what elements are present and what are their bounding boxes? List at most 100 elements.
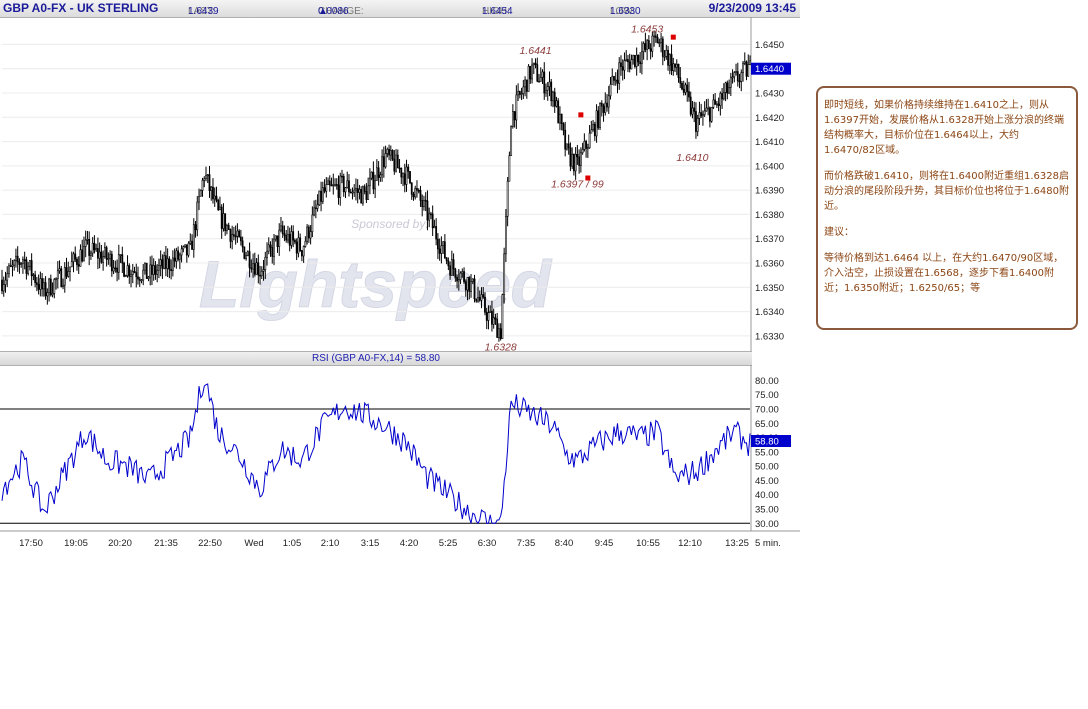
candle-body bbox=[198, 195, 200, 203]
candle-body bbox=[349, 191, 352, 194]
rsi-tick-label: 35.00 bbox=[755, 505, 779, 516]
rsi-series-line bbox=[1, 383, 751, 525]
candle-body bbox=[135, 272, 138, 278]
candle-body bbox=[297, 237, 300, 254]
note-paragraph-3: 建议： bbox=[824, 227, 854, 238]
price-tick-label: 1.6400 bbox=[755, 161, 784, 172]
candle-body bbox=[393, 158, 396, 172]
candle-body bbox=[158, 265, 160, 271]
candle-body bbox=[743, 61, 746, 64]
x-tick-label: 7:35 bbox=[517, 538, 536, 549]
candle-body bbox=[708, 107, 711, 122]
candle-body bbox=[86, 239, 89, 241]
candle-body bbox=[163, 255, 166, 269]
candle-body bbox=[445, 257, 448, 262]
candle-body bbox=[410, 182, 413, 195]
candle-body bbox=[365, 191, 368, 200]
watermark-sponsored: Sponsored by: bbox=[351, 217, 428, 231]
candle-body bbox=[534, 62, 537, 65]
candle-body bbox=[358, 189, 361, 193]
candle-body bbox=[677, 63, 680, 78]
candle-body bbox=[250, 267, 253, 270]
candle-body bbox=[405, 166, 408, 185]
candle-body bbox=[341, 175, 343, 178]
candle-body bbox=[515, 94, 518, 121]
candle-body bbox=[625, 59, 628, 61]
candle-body bbox=[543, 71, 546, 94]
candle-body bbox=[566, 143, 568, 150]
candle-body bbox=[618, 62, 621, 84]
candle-body bbox=[267, 244, 270, 252]
note-paragraph-1: 即时短线，如果价格持续维持在1.6410之上，则从1.6397开始，发展价格从1… bbox=[824, 100, 1064, 156]
candle-body bbox=[726, 82, 729, 94]
candle-body bbox=[719, 93, 722, 106]
candle-body bbox=[407, 166, 410, 172]
candle-body bbox=[745, 61, 748, 77]
candle-body bbox=[454, 268, 457, 278]
candle-body bbox=[114, 267, 117, 270]
candle-body bbox=[362, 186, 364, 204]
candle-body bbox=[749, 60, 751, 65]
candle-body bbox=[95, 248, 98, 251]
candle-body bbox=[147, 276, 150, 279]
candle-body bbox=[334, 184, 336, 186]
candle-body bbox=[576, 153, 579, 158]
candle-body bbox=[205, 175, 207, 179]
candle-body bbox=[642, 43, 645, 53]
candle-body bbox=[149, 264, 152, 278]
x-tick-label: 19:05 bbox=[64, 538, 88, 549]
candle-body bbox=[560, 113, 563, 124]
candle-body bbox=[142, 269, 145, 281]
candle-body bbox=[70, 261, 73, 268]
candle-body bbox=[321, 187, 324, 202]
candle-body bbox=[8, 265, 10, 274]
candle-body bbox=[107, 258, 110, 260]
candle-body bbox=[292, 231, 295, 241]
candle-body bbox=[123, 262, 125, 277]
candle-body bbox=[131, 271, 134, 275]
price-tag-label: 1.6440 bbox=[755, 64, 784, 75]
candle-body bbox=[229, 229, 232, 242]
candle-body bbox=[414, 188, 417, 198]
candle-body bbox=[212, 186, 214, 200]
candle-body bbox=[13, 260, 16, 266]
x-tick-label: 3:15 bbox=[361, 538, 380, 549]
candle-body bbox=[294, 239, 296, 243]
high-value: 1.6454 bbox=[482, 6, 513, 17]
candle-body bbox=[327, 180, 329, 185]
candle-body bbox=[243, 246, 246, 259]
candle-body bbox=[426, 200, 429, 221]
candle-body bbox=[2, 284, 5, 292]
candle-body bbox=[496, 318, 499, 338]
candle-body bbox=[443, 241, 446, 259]
candle-body bbox=[654, 35, 657, 38]
candle-body bbox=[567, 143, 570, 149]
price-marker bbox=[670, 34, 676, 40]
candle-body bbox=[435, 226, 438, 240]
candle-body bbox=[77, 264, 80, 267]
rsi-tick-label: 50.00 bbox=[755, 462, 779, 473]
candle-body bbox=[705, 107, 708, 112]
candle-body bbox=[379, 174, 382, 178]
candle-body bbox=[600, 102, 603, 107]
candle-body bbox=[262, 269, 265, 272]
candle-body bbox=[597, 110, 600, 128]
candle-body bbox=[328, 180, 331, 186]
candle-body bbox=[391, 150, 394, 160]
candle-body bbox=[621, 66, 624, 71]
candle-body bbox=[88, 239, 91, 256]
candle-body bbox=[360, 189, 363, 204]
candle-body bbox=[409, 171, 411, 184]
candle-body bbox=[220, 206, 223, 229]
candle-body bbox=[60, 268, 63, 287]
candle-body bbox=[236, 230, 239, 237]
candle-body bbox=[252, 263, 254, 270]
candle-body bbox=[234, 235, 237, 238]
candle-body bbox=[56, 270, 59, 280]
candle-body bbox=[335, 184, 338, 186]
candle-body bbox=[63, 267, 66, 286]
candle-body bbox=[283, 233, 286, 236]
candle-body bbox=[51, 292, 54, 296]
candle-body bbox=[557, 100, 560, 124]
candle-body bbox=[541, 71, 544, 78]
